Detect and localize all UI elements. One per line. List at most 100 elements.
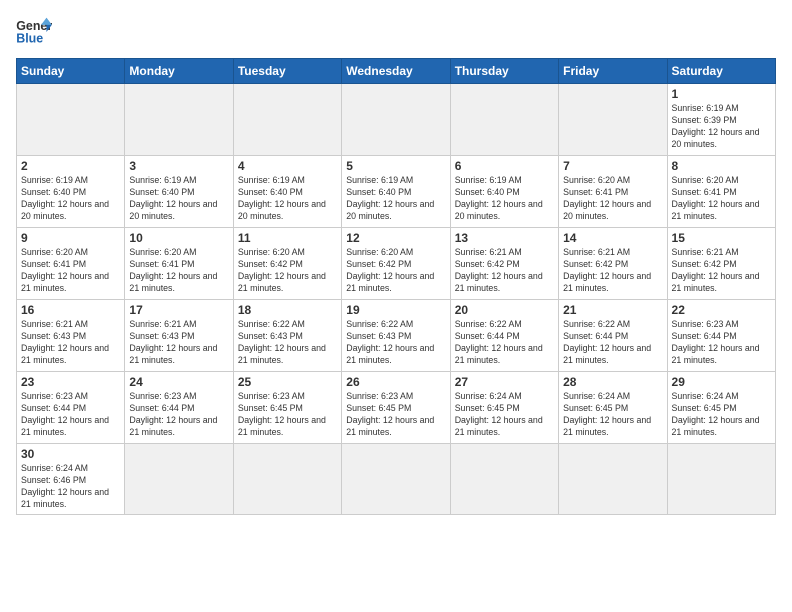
day-info: Sunrise: 6:23 AM Sunset: 6:45 PM Dayligh… (346, 391, 445, 439)
calendar-cell (342, 84, 450, 156)
calendar-cell (450, 444, 558, 515)
day-number: 15 (672, 231, 771, 245)
day-info: Sunrise: 6:19 AM Sunset: 6:40 PM Dayligh… (21, 175, 120, 223)
calendar-cell (450, 84, 558, 156)
calendar-cell: 15 Sunrise: 6:21 AM Sunset: 6:42 PM Dayli… (667, 228, 775, 300)
calendar-cell: 9 Sunrise: 6:20 AM Sunset: 6:41 PM Daylig… (17, 228, 125, 300)
weekday-header-wednesday: Wednesday (342, 59, 450, 84)
day-number: 1 (672, 87, 771, 101)
day-info: Sunrise: 6:20 AM Sunset: 6:41 PM Dayligh… (21, 247, 120, 295)
svg-text:Blue: Blue (16, 32, 43, 46)
calendar-cell: 27Sunrise: 6:24 AM Sunset: 6:45 PM Dayli… (450, 372, 558, 444)
day-number: 16 (21, 303, 120, 317)
day-info: Sunrise: 6:20 AM Sunset: 6:41 PM Dayligh… (563, 175, 662, 223)
header: General Blue (16, 16, 776, 48)
day-info: Sunrise: 6:21 AM Sunset: 6:42 PM Dayligh… (563, 247, 662, 295)
day-number: 17 (129, 303, 228, 317)
week-row-6: 30 Sunrise: 6:24 AM Sunset: 6:46 PM Dayli… (17, 444, 776, 515)
day-info: Sunrise: 6:21 AM Sunset: 6:43 PM Dayligh… (129, 319, 228, 367)
day-info: Sunrise: 6:19 AM Sunset: 6:40 PM Dayligh… (238, 175, 337, 223)
day-number: 2 (21, 159, 120, 173)
calendar-cell (559, 84, 667, 156)
day-info: Sunrise: 6:21 AM Sunset: 6:42 PM Dayligh… (672, 247, 771, 295)
calendar-cell (17, 84, 125, 156)
calendar-cell: 19 Sunrise: 6:22 AM Sunset: 6:43 PM Dayli… (342, 300, 450, 372)
calendar-cell: 22 Sunrise: 6:23 AM Sunset: 6:44 PM Dayli… (667, 300, 775, 372)
calendar-cell: 25Sunrise: 6:23 AM Sunset: 6:45 PM Dayli… (233, 372, 341, 444)
calendar-cell (233, 444, 341, 515)
day-info: Sunrise: 6:23 AM Sunset: 6:44 PM Dayligh… (672, 319, 771, 367)
calendar-cell: 14Sunrise: 6:21 AM Sunset: 6:42 PM Dayli… (559, 228, 667, 300)
calendar-cell: 6 Sunrise: 6:19 AM Sunset: 6:40 PM Daylig… (450, 156, 558, 228)
calendar-cell: 11 Sunrise: 6:20 AM Sunset: 6:42 PM Dayli… (233, 228, 341, 300)
day-info: Sunrise: 6:19 AM Sunset: 6:40 PM Dayligh… (455, 175, 554, 223)
week-row-4: 16 Sunrise: 6:21 AM Sunset: 6:43 PM Dayli… (17, 300, 776, 372)
day-number: 4 (238, 159, 337, 173)
calendar-cell: 12Sunrise: 6:20 AM Sunset: 6:42 PM Dayli… (342, 228, 450, 300)
day-number: 24 (129, 375, 228, 389)
day-info: Sunrise: 6:20 AM Sunset: 6:42 PM Dayligh… (238, 247, 337, 295)
calendar-cell (559, 444, 667, 515)
calendar-cell: 5 Sunrise: 6:19 AM Sunset: 6:40 PM Daylig… (342, 156, 450, 228)
day-number: 20 (455, 303, 554, 317)
day-number: 29 (672, 375, 771, 389)
day-number: 28 (563, 375, 662, 389)
day-number: 30 (21, 447, 120, 461)
calendar-cell: 20Sunrise: 6:22 AM Sunset: 6:44 PM Dayli… (450, 300, 558, 372)
day-number: 22 (672, 303, 771, 317)
day-number: 26 (346, 375, 445, 389)
calendar-cell: 18 Sunrise: 6:22 AM Sunset: 6:43 PM Dayli… (233, 300, 341, 372)
weekday-header-sunday: Sunday (17, 59, 125, 84)
calendar-cell: 1 Sunrise: 6:19 AM Sunset: 6:39 PM Daylig… (667, 84, 775, 156)
calendar-cell: 10Sunrise: 6:20 AM Sunset: 6:41 PM Dayli… (125, 228, 233, 300)
calendar-cell (342, 444, 450, 515)
calendar-cell: 7 Sunrise: 6:20 AM Sunset: 6:41 PM Daylig… (559, 156, 667, 228)
logo-icon: General Blue (16, 16, 52, 48)
day-number: 5 (346, 159, 445, 173)
day-info: Sunrise: 6:24 AM Sunset: 6:45 PM Dayligh… (563, 391, 662, 439)
calendar-cell: 28 Sunrise: 6:24 AM Sunset: 6:45 PM Dayli… (559, 372, 667, 444)
day-info: Sunrise: 6:24 AM Sunset: 6:45 PM Dayligh… (455, 391, 554, 439)
logo: General Blue (16, 16, 52, 48)
weekday-header-tuesday: Tuesday (233, 59, 341, 84)
day-number: 25 (238, 375, 337, 389)
calendar-cell: 24Sunrise: 6:23 AM Sunset: 6:44 PM Dayli… (125, 372, 233, 444)
day-number: 23 (21, 375, 120, 389)
day-number: 3 (129, 159, 228, 173)
day-info: Sunrise: 6:19 AM Sunset: 6:40 PM Dayligh… (346, 175, 445, 223)
day-info: Sunrise: 6:21 AM Sunset: 6:42 PM Dayligh… (455, 247, 554, 295)
week-row-5: 23 Sunrise: 6:23 AM Sunset: 6:44 PM Dayli… (17, 372, 776, 444)
calendar-cell (125, 444, 233, 515)
day-number: 18 (238, 303, 337, 317)
day-info: Sunrise: 6:20 AM Sunset: 6:41 PM Dayligh… (672, 175, 771, 223)
week-row-3: 9 Sunrise: 6:20 AM Sunset: 6:41 PM Daylig… (17, 228, 776, 300)
day-number: 11 (238, 231, 337, 245)
day-info: Sunrise: 6:21 AM Sunset: 6:43 PM Dayligh… (21, 319, 120, 367)
weekday-header-monday: Monday (125, 59, 233, 84)
calendar-cell (125, 84, 233, 156)
calendar-cell: 29Sunrise: 6:24 AM Sunset: 6:45 PM Dayli… (667, 372, 775, 444)
day-info: Sunrise: 6:19 AM Sunset: 6:39 PM Dayligh… (672, 103, 771, 151)
day-info: Sunrise: 6:23 AM Sunset: 6:44 PM Dayligh… (21, 391, 120, 439)
weekday-header-saturday: Saturday (667, 59, 775, 84)
day-info: Sunrise: 6:22 AM Sunset: 6:43 PM Dayligh… (346, 319, 445, 367)
day-number: 9 (21, 231, 120, 245)
weekday-header-thursday: Thursday (450, 59, 558, 84)
day-info: Sunrise: 6:22 AM Sunset: 6:43 PM Dayligh… (238, 319, 337, 367)
calendar-cell: 21Sunrise: 6:22 AM Sunset: 6:44 PM Dayli… (559, 300, 667, 372)
day-number: 7 (563, 159, 662, 173)
day-number: 13 (455, 231, 554, 245)
calendar-cell: 30 Sunrise: 6:24 AM Sunset: 6:46 PM Dayli… (17, 444, 125, 515)
day-number: 8 (672, 159, 771, 173)
day-number: 19 (346, 303, 445, 317)
day-info: Sunrise: 6:22 AM Sunset: 6:44 PM Dayligh… (563, 319, 662, 367)
day-number: 6 (455, 159, 554, 173)
day-info: Sunrise: 6:24 AM Sunset: 6:46 PM Dayligh… (21, 463, 120, 511)
calendar-cell (667, 444, 775, 515)
calendar-cell: 2 Sunrise: 6:19 AM Sunset: 6:40 PM Daylig… (17, 156, 125, 228)
calendar-cell (233, 84, 341, 156)
calendar-table: SundayMondayTuesdayWednesdayThursdayFrid… (16, 58, 776, 515)
page: General Blue SundayMondayTuesdayWednesda… (0, 0, 792, 612)
calendar-cell: 17 Sunrise: 6:21 AM Sunset: 6:43 PM Dayli… (125, 300, 233, 372)
calendar-cell: 16 Sunrise: 6:21 AM Sunset: 6:43 PM Dayli… (17, 300, 125, 372)
